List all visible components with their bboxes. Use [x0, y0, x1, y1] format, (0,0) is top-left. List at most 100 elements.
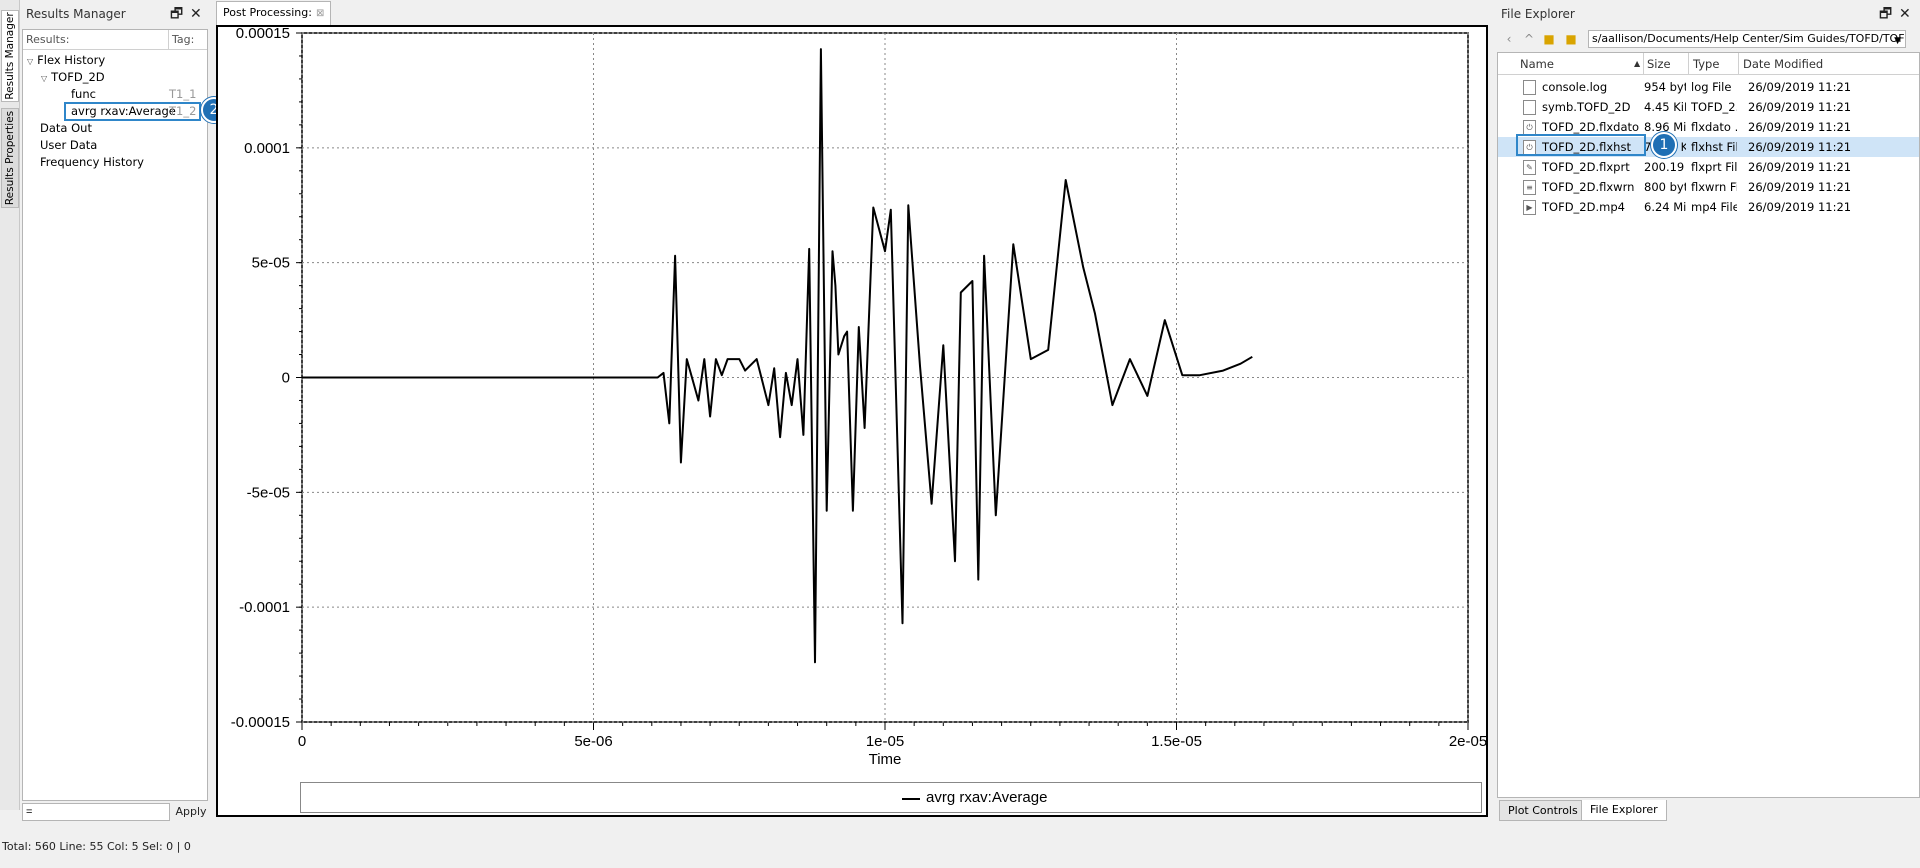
- file-name: TOFD_2D.mp4: [1542, 200, 1625, 214]
- x-tick-label: 1e-05: [866, 733, 904, 750]
- chevron-down-icon[interactable]: ▽: [27, 57, 33, 66]
- column-header-tag[interactable]: Tag:: [172, 33, 194, 46]
- x-tick-label: 5e-06: [574, 733, 612, 750]
- results-tree-header: Results: Tag:: [23, 30, 207, 50]
- results-tree[interactable]: Results: Tag: ▽ Flex History ▽ TOFD_2D fun…: [22, 29, 208, 801]
- tree-item-user-data[interactable]: User Data: [40, 137, 97, 153]
- left-tab-strip: Results Manager Results Properties: [0, 0, 20, 810]
- file-date: 26/09/2019 11:21: [1748, 120, 1852, 134]
- column-header-type[interactable]: Type: [1693, 57, 1719, 71]
- file-size: 954 bytes: [1644, 80, 1686, 94]
- file-row[interactable]: console.log 954 bytes log File 26/09/2019 1…: [1498, 77, 1919, 97]
- file-type: flxhst File: [1691, 140, 1737, 154]
- folder-icon[interactable]: ■: [1563, 31, 1579, 47]
- results-manager-panel: Results Manager 🗗 ✕ Results: Tag: ▽ Flex …: [20, 0, 210, 825]
- edit-document-icon: ✎: [1523, 160, 1536, 175]
- tree-item-tofd-2d[interactable]: ▽ TOFD_2D: [41, 69, 105, 85]
- file-date: 26/09/2019 11:21: [1748, 180, 1852, 194]
- up-icon[interactable]: ^: [1521, 31, 1537, 47]
- chart-legend: avrg rxav:Average: [300, 782, 1482, 813]
- file-name: TOFD_2D.flxwrn: [1542, 180, 1635, 194]
- file-size: 800 bytes: [1644, 180, 1686, 194]
- filter-input[interactable]: [22, 803, 170, 821]
- selection-highlight: [1516, 134, 1646, 156]
- file-size: 6.24 MiB: [1644, 200, 1686, 214]
- file-name: console.log: [1542, 80, 1608, 94]
- tab-plot-controls[interactable]: Plot Controls: [1499, 800, 1587, 821]
- tree-item-flex-history[interactable]: ▽ Flex History: [27, 52, 105, 68]
- legend-swatch: [902, 798, 920, 800]
- selection-highlight: [64, 102, 201, 121]
- column-header-size[interactable]: Size: [1647, 57, 1671, 71]
- file-date: 26/09/2019 11:21: [1748, 140, 1852, 154]
- file-date: 26/09/2019 11:21: [1748, 160, 1852, 174]
- tree-item-func[interactable]: func T1_1: [71, 86, 209, 102]
- tab-label: Results Properties: [4, 110, 16, 206]
- column-header-name[interactable]: Name: [1520, 57, 1554, 71]
- tab-file-explorer[interactable]: File Explorer: [1581, 800, 1667, 821]
- path-input[interactable]: s/aallison/Documents/Help Center/Sim Gui…: [1588, 30, 1906, 48]
- file-explorer-nav: ‹ ^ ■ ■ s/aallison/Documents/Help Center…: [1497, 28, 1920, 50]
- file-name: TOFD_2D.flxprt: [1542, 160, 1630, 174]
- file-list[interactable]: Name ▲ Size Type Date Modified console.l…: [1497, 52, 1920, 798]
- document-icon: [1523, 100, 1536, 115]
- power-icon: ⏻: [1523, 120, 1536, 135]
- tab-post-processing[interactable]: Post Processing: ⊠: [216, 1, 332, 25]
- file-type: log File: [1691, 80, 1732, 94]
- panel-title: File Explorer: [1501, 7, 1575, 21]
- file-date: 26/09/2019 11:21: [1748, 200, 1852, 214]
- file-row[interactable]: symb.TOFD_2D 4.45 KiB TOFD_2... 26/09/2019 …: [1498, 97, 1919, 117]
- chevron-down-icon[interactable]: ▼: [1894, 33, 1901, 47]
- series-line: [302, 48, 1253, 664]
- file-size: 4.45 KiB: [1644, 100, 1686, 114]
- close-icon[interactable]: ✕: [1899, 0, 1911, 28]
- panel-title: Results Manager: [26, 7, 126, 21]
- chevron-down-icon[interactable]: ▽: [41, 74, 47, 83]
- status-bar: Total: 560 Line: 55 Col: 5 Sel: 0 | 0: [2, 840, 191, 853]
- file-list-header: Name ▲ Size Type Date Modified: [1498, 53, 1919, 75]
- tag-value: T1_1: [169, 87, 197, 101]
- y-tick-label: 0: [282, 370, 290, 387]
- list-document-icon: ≡: [1523, 180, 1536, 195]
- file-date: 26/09/2019 11:21: [1748, 80, 1852, 94]
- y-tick-label: -5e-05: [247, 484, 290, 501]
- sort-ascending-icon: ▲: [1634, 59, 1641, 68]
- y-tick-label: 5e-05: [252, 255, 290, 272]
- file-name: symb.TOFD_2D: [1542, 100, 1631, 114]
- column-header-date-modified[interactable]: Date Modified: [1743, 57, 1823, 71]
- file-row[interactable]: ✎ TOFD_2D.flxprt 200.19 ... flxprt File 26/0…: [1498, 157, 1919, 177]
- close-icon[interactable]: ✕: [190, 0, 202, 28]
- tab-results-manager[interactable]: Results Manager: [1, 10, 19, 102]
- tab-label: Results Manager: [4, 12, 16, 100]
- column-header-results[interactable]: Results:: [26, 33, 69, 46]
- file-type: TOFD_2...: [1691, 100, 1737, 114]
- file-explorer-panel: File Explorer 🗗 ✕ ‹ ^ ■ ■ s/aallison/Doc…: [1495, 0, 1920, 825]
- apply-button[interactable]: Apply: [173, 803, 209, 821]
- document-icon: [1523, 80, 1536, 95]
- results-manager-title-bar: Results Manager 🗗 ✕: [20, 0, 210, 28]
- y-tick-label: 0.0001: [244, 140, 290, 157]
- back-icon[interactable]: ‹: [1501, 31, 1517, 47]
- x-tick-label: 1.5e-05: [1151, 733, 1202, 750]
- y-tick-label: -0.0001: [239, 599, 290, 616]
- close-tab-icon[interactable]: ⊠: [316, 8, 324, 19]
- file-type: flxprt File: [1691, 160, 1737, 174]
- file-date: 26/09/2019 11:21: [1748, 100, 1852, 114]
- tree-item-data-out[interactable]: Data Out: [40, 120, 92, 136]
- file-row[interactable]: ▶ TOFD_2D.mp4 6.24 MiB mp4 File 26/09/2019 1…: [1498, 197, 1919, 217]
- file-row[interactable]: ≡ TOFD_2D.flxwrn 800 bytes flxwrn File 26/09…: [1498, 177, 1919, 197]
- tab-results-properties[interactable]: Results Properties: [1, 108, 19, 208]
- y-tick-label: 0.00015: [236, 27, 290, 42]
- restore-icon[interactable]: 🗗: [1879, 0, 1892, 28]
- plot-area[interactable]: 0 5e-06 1e-05 1.5e-05 2e-05 0.00015 0.0001 5e-0…: [216, 25, 1488, 817]
- line-chart[interactable]: 0 5e-06 1e-05 1.5e-05 2e-05 0.00015 0.0001 5e-0…: [218, 27, 1486, 815]
- x-tick-label: 0: [298, 733, 306, 750]
- new-folder-icon[interactable]: ■: [1541, 31, 1557, 47]
- file-explorer-bottom-tabs: Plot Controls File Explorer: [1497, 800, 1920, 822]
- file-type: flxdato ...: [1691, 120, 1737, 134]
- restore-icon[interactable]: 🗗: [170, 0, 183, 28]
- y-tick-label: -0.00015: [231, 714, 290, 731]
- tree-item-frequency-history[interactable]: Frequency History: [40, 154, 144, 170]
- file-type: mp4 File: [1691, 200, 1737, 214]
- x-axis-label: Time: [869, 751, 902, 768]
